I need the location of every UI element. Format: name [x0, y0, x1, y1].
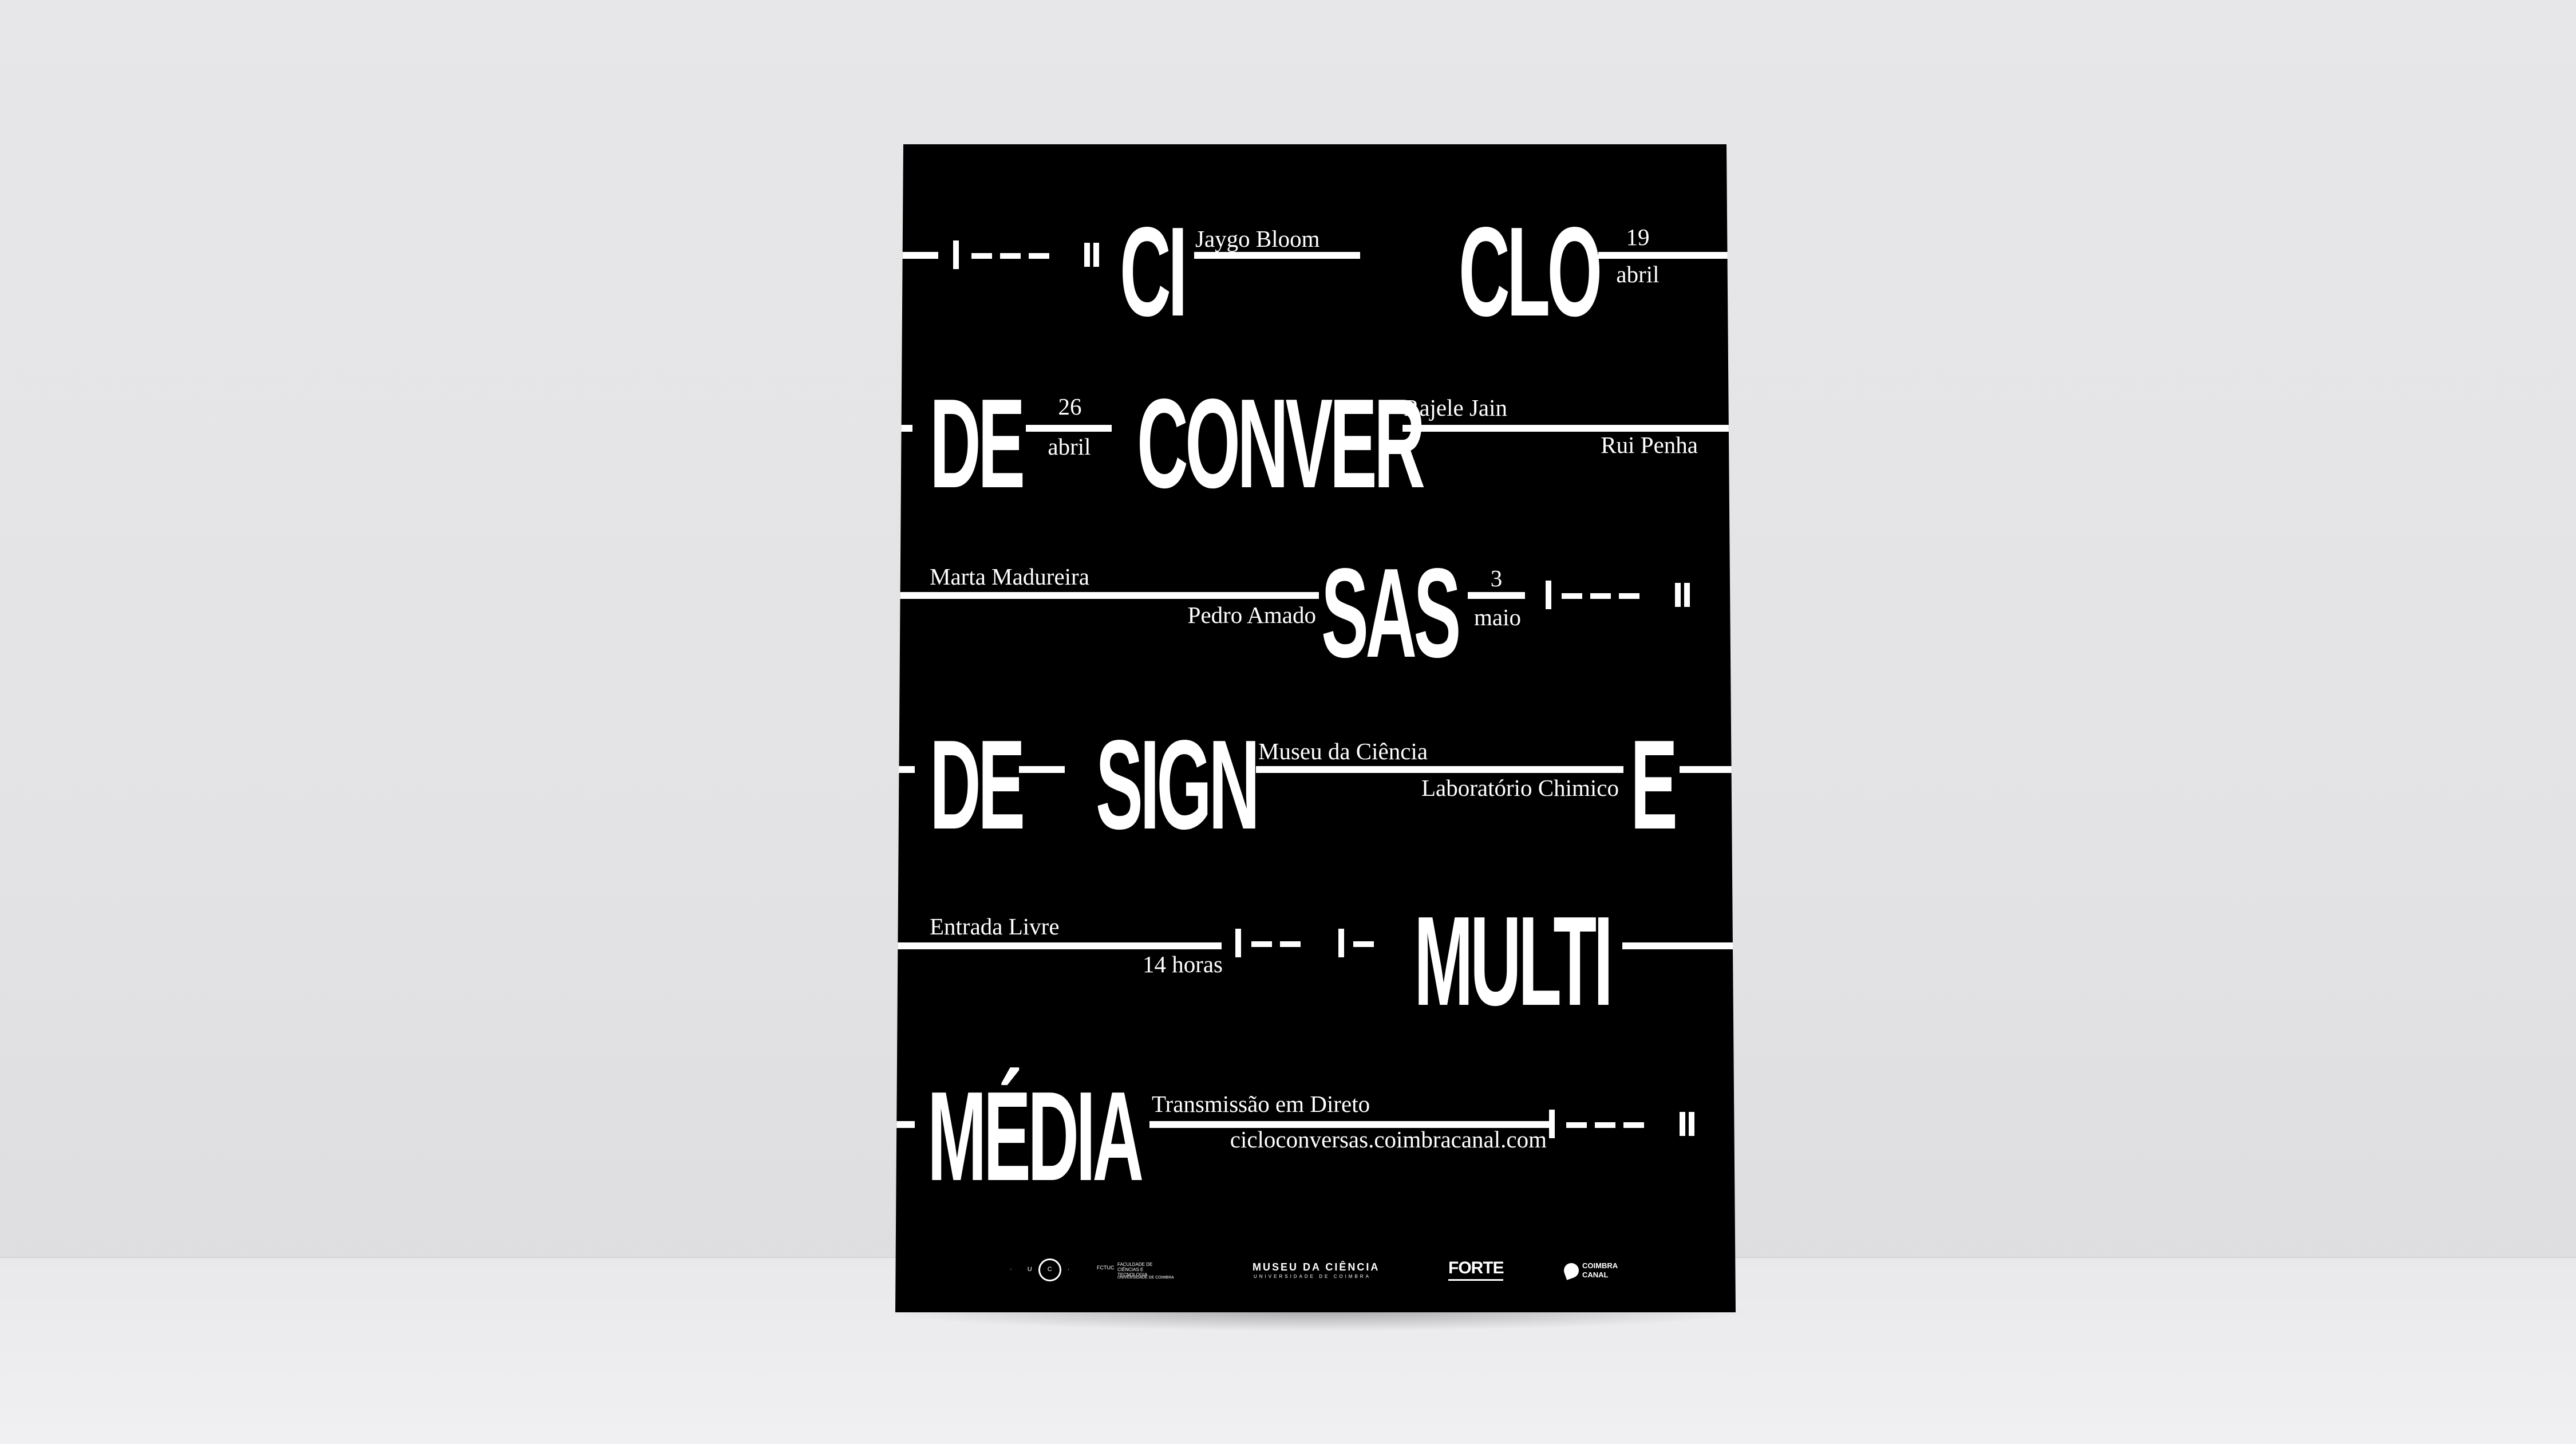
rule — [895, 942, 1222, 949]
dash — [971, 253, 992, 259]
word-media: MÉDIA — [927, 1066, 1144, 1208]
date-day: 19 — [1626, 224, 1650, 250]
word-clo: CLO — [1459, 201, 1602, 343]
speaker-rui-penha: Rui Penha — [1601, 432, 1698, 458]
venue-laboratorio: Laboratório Chimico — [1421, 775, 1619, 801]
speaker-rajele-jain: Rajele Jain — [1404, 394, 1508, 421]
tick — [953, 240, 959, 269]
time-14-horas: 14 horas — [1142, 951, 1223, 977]
coimbra-canal-icon — [1562, 1261, 1581, 1280]
word-sign: SIGN — [1096, 714, 1260, 856]
sponsor-logos: · U C · FCTUC FACULDADE DE CIÊNCIAS E TE… — [895, 1249, 1736, 1301]
tick — [1689, 1112, 1694, 1136]
forte-logo: FORTE — [1448, 1258, 1504, 1277]
coimbra-label: COIMBRA — [1582, 1261, 1618, 1270]
tick — [1084, 243, 1090, 267]
date-month: abril — [1616, 261, 1660, 287]
dash — [1566, 1122, 1587, 1128]
tick — [1235, 929, 1241, 957]
date-day: 3 — [1490, 565, 1503, 591]
tick — [1549, 1110, 1555, 1138]
museu-univ: UNIVERSIDADE DE COIMBRA — [1254, 1274, 1371, 1279]
rule — [1622, 942, 1736, 949]
fctuc-abbr: FCTUC — [1097, 1265, 1115, 1271]
speaker-marta-madureira: Marta Madureira — [930, 563, 1089, 590]
dash — [1619, 593, 1639, 599]
tick — [1338, 929, 1344, 957]
date-day: 26 — [1058, 393, 1082, 420]
tick — [1093, 243, 1099, 267]
rule — [895, 425, 912, 432]
rule — [895, 766, 915, 773]
rule — [1194, 252, 1360, 259]
stream-url: cicloconversas.coimbracanal.com — [1230, 1126, 1547, 1153]
dash — [1251, 941, 1272, 947]
rule — [895, 252, 938, 259]
dash — [1280, 941, 1301, 947]
uc-seal-icon — [1038, 1258, 1061, 1281]
stream-transmissao: Transmissão em Direto — [1152, 1091, 1370, 1117]
word-conver: CONVER — [1137, 373, 1425, 515]
rule — [1256, 766, 1623, 773]
dash — [1595, 1122, 1615, 1128]
rule — [1598, 252, 1736, 259]
word-ci: CI — [1120, 201, 1188, 343]
dash — [1000, 253, 1021, 259]
date-month: maio — [1474, 604, 1521, 630]
forte-underline — [1448, 1279, 1503, 1281]
date-month: abril — [1048, 433, 1091, 460]
dash — [1029, 253, 1049, 259]
entrada-livre: Entrada Livre — [930, 913, 1060, 940]
rule — [1680, 766, 1736, 773]
speaker-pedro-amado: Pedro Amado — [1187, 602, 1316, 628]
rule — [895, 1121, 915, 1128]
dash — [1590, 593, 1611, 599]
word-e: E — [1630, 714, 1678, 856]
word-sas: SAS — [1321, 542, 1461, 684]
word-de: DE — [930, 714, 1025, 856]
dash — [1623, 1122, 1644, 1128]
poster: CI Jaygo Bloom CLO 19 abril DE 26 abril … — [895, 144, 1736, 1312]
rule — [895, 592, 1319, 599]
rule — [1402, 425, 1736, 432]
word-multi: MULTI — [1414, 890, 1613, 1032]
museu-name: MUSEU DA CIÊNCIA — [1253, 1261, 1380, 1273]
rule — [1019, 766, 1065, 773]
tick — [1546, 581, 1551, 609]
canal-label: CANAL — [1582, 1271, 1609, 1279]
rule — [1026, 425, 1112, 432]
venue-museu: Museu da Ciência — [1258, 738, 1428, 764]
tick — [1680, 1112, 1685, 1136]
tick — [1684, 583, 1690, 607]
speaker-jaygo-bloom: Jaygo Bloom — [1195, 226, 1320, 252]
dash — [1562, 593, 1582, 599]
fctuc-univ: UNIVERSIDADE DE COIMBRA — [1117, 1276, 1174, 1280]
word-de: DE — [930, 373, 1025, 515]
rule — [1468, 592, 1525, 599]
tick — [1675, 583, 1681, 607]
dash — [1353, 941, 1374, 947]
